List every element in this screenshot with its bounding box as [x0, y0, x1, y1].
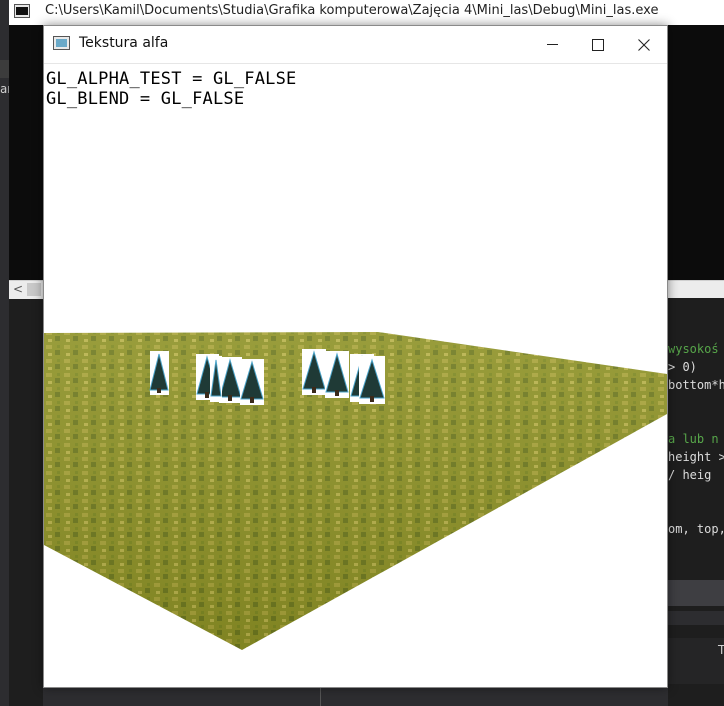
- minimize-button[interactable]: [529, 26, 575, 63]
- 3d-scene: [44, 332, 667, 650]
- editor-panel-divider: [668, 611, 724, 625]
- window-app-icon: [53, 36, 70, 50]
- gl-window-titlebar[interactable]: Tekstura alfa: [44, 26, 667, 64]
- code-line: a lub n: [668, 432, 719, 446]
- panel-label-fragment: T: [718, 643, 724, 657]
- tree-billboard: [210, 356, 222, 402]
- code-line: bottom*h: [668, 378, 724, 392]
- gl-render-area[interactable]: GL_ALPHA_TEST = GL_FALSE GL_BLEND = GL_F…: [44, 64, 667, 687]
- ide-left-strip: an: [0, 0, 14, 706]
- minimize-icon: [546, 44, 558, 45]
- tree-billboard: [149, 351, 169, 395]
- scroll-left-arrow-icon[interactable]: <: [13, 282, 23, 296]
- console-titlebar[interactable]: C:\Users\Kamil\Documents\Studia\Grafika …: [9, 0, 724, 25]
- maximize-button[interactable]: [575, 26, 621, 63]
- ide-bottom-separator: [320, 687, 321, 706]
- tree-billboard: [325, 351, 349, 398]
- console-app-icon: [14, 4, 30, 18]
- editor-output-panel: [668, 638, 724, 684]
- ide-bottom-strip: [43, 687, 668, 706]
- gl-window-title: Tekstura alfa: [79, 35, 169, 51]
- tree-billboard: [219, 357, 242, 403]
- close-icon: [638, 38, 650, 51]
- alpha-test-status: GL_ALPHA_TEST = GL_FALSE: [46, 69, 297, 89]
- close-button[interactable]: [621, 26, 667, 63]
- gl-window: Tekstura alfa GL_ALPHA_TEST = GL_FALSE G…: [43, 25, 668, 688]
- tree-billboard: [302, 349, 326, 395]
- blend-status: GL_BLEND = GL_FALSE: [46, 89, 245, 109]
- tree-billboard: [359, 356, 385, 404]
- tree-billboard: [240, 359, 264, 405]
- code-line: wysokoś: [668, 342, 719, 356]
- code-line: height >: [668, 450, 724, 464]
- maximize-icon: [592, 38, 604, 51]
- ide-left-band: [0, 60, 9, 78]
- code-editor-background: wysokoś > 0) bottom*h a lub n height > /…: [668, 298, 724, 706]
- scrollbar-thumb[interactable]: [27, 283, 41, 296]
- code-line: > 0): [668, 360, 697, 374]
- code-line: / heig: [668, 468, 712, 482]
- editor-panel-header: [668, 580, 724, 606]
- console-window-title: C:\Users\Kamil\Documents\Studia\Grafika …: [45, 3, 659, 18]
- code-line: om, top,: [668, 522, 724, 536]
